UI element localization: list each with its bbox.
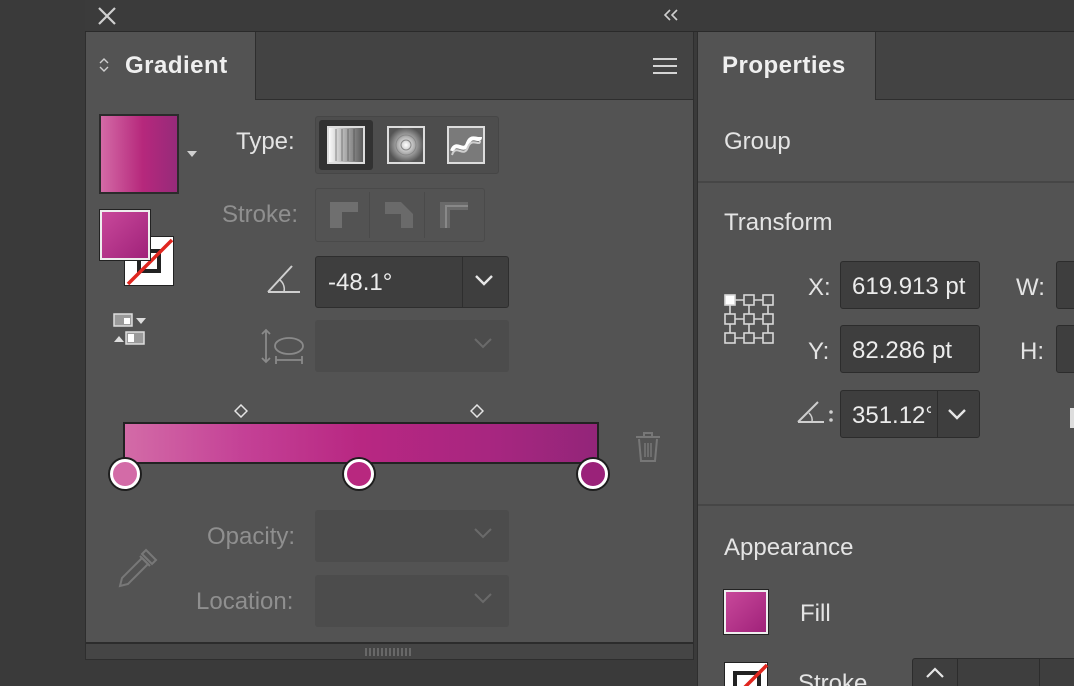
freeform-gradient-icon	[447, 126, 485, 164]
reference-point-icon[interactable]	[724, 294, 774, 344]
section-divider	[698, 504, 1074, 506]
color-stop[interactable]	[344, 459, 374, 489]
close-icon[interactable]	[97, 6, 117, 26]
reverse-gradient-icon[interactable]	[112, 312, 152, 348]
height-field[interactable]	[1056, 325, 1074, 373]
aspect-ratio-field	[315, 320, 509, 372]
rotate-field[interactable]: 351.12°	[840, 390, 980, 438]
none-slash-icon	[733, 663, 769, 686]
aspect-ratio-icon	[261, 328, 304, 364]
angle-value[interactable]: -48.1°	[328, 269, 392, 297]
angle-icon	[267, 265, 300, 293]
stroke-label: Stroke:	[222, 201, 299, 228]
stroke-within-button[interactable]	[318, 192, 370, 238]
gradient-panel: Gradient Type: Stroke: -48.1° Opacity: L…	[85, 32, 694, 660]
panel-resize-bar[interactable]	[86, 642, 693, 659]
x-label: X:	[808, 274, 831, 301]
freeform-gradient-button[interactable]	[439, 120, 493, 170]
h-label: H:	[1020, 338, 1044, 365]
gradient-type-group	[315, 116, 499, 174]
width-field[interactable]	[1056, 261, 1074, 309]
panel-dock-header	[85, 0, 1074, 32]
resize-grip-icon[interactable]	[364, 648, 412, 656]
stroke-within-icon	[330, 202, 358, 228]
stroke-across-button[interactable]	[428, 192, 480, 238]
stroke-along-icon	[385, 202, 413, 228]
field-divider	[1039, 659, 1040, 686]
fill-swatch[interactable]	[100, 210, 150, 260]
eyedropper-icon	[118, 548, 158, 588]
x-position-value[interactable]: 619.913 pt	[852, 273, 965, 301]
radial-gradient-icon	[387, 126, 425, 164]
chevron-down-icon[interactable]	[947, 407, 967, 421]
color-stop[interactable]	[110, 459, 140, 489]
midpoint-diamond-icon[interactable]	[470, 404, 484, 418]
fill-label: Fill	[800, 600, 831, 627]
radial-gradient-button[interactable]	[379, 120, 433, 170]
appearance-section-title: Appearance	[724, 534, 854, 561]
stroke-along-button[interactable]	[373, 192, 425, 238]
chevron-down-icon	[474, 528, 492, 539]
panel-menu-icon[interactable]	[652, 56, 678, 76]
gradient-slider[interactable]	[123, 422, 599, 464]
rotate-icon	[797, 401, 833, 423]
transform-section-title: Transform	[724, 209, 833, 236]
opacity-label: Opacity:	[207, 523, 296, 550]
panel-options-toggle-icon[interactable]	[98, 56, 110, 74]
y-label: Y:	[808, 338, 830, 365]
tab-gradient-label: Gradient	[125, 52, 228, 79]
linear-gradient-button[interactable]	[319, 120, 373, 170]
section-divider	[698, 181, 1074, 183]
stroke-color-swatch[interactable]	[724, 662, 769, 686]
y-position-value[interactable]: 82.286 pt	[852, 337, 952, 365]
stroke-gradient-options	[315, 188, 485, 242]
gradient-tab-bar: Gradient	[86, 32, 693, 100]
fill-color-swatch[interactable]	[724, 590, 768, 634]
midpoint-diamond-icon[interactable]	[234, 404, 248, 418]
properties-tab-bar: Properties	[698, 32, 1074, 100]
chevron-down-icon	[474, 593, 492, 604]
type-label: Type:	[236, 128, 295, 155]
location-label: Location:	[196, 588, 294, 615]
color-stop[interactable]	[578, 459, 608, 489]
x-position-field[interactable]: 619.913 pt	[840, 261, 980, 309]
chevron-down-icon	[474, 338, 492, 349]
rotate-value-clip: 351.12°	[841, 391, 931, 437]
field-divider	[462, 257, 463, 307]
field-divider	[937, 391, 938, 437]
angle-field[interactable]: -48.1°	[315, 256, 509, 308]
constrain-proportions-icon[interactable]	[1070, 408, 1074, 428]
stroke-across-icon	[440, 202, 468, 228]
tab-properties-label: Properties	[722, 52, 846, 79]
collapse-panels-icon[interactable]	[662, 6, 680, 24]
tab-properties[interactable]: Properties	[698, 32, 876, 100]
trash-icon[interactable]	[634, 431, 662, 463]
gradient-preview-swatch[interactable]	[99, 114, 179, 194]
y-position-field[interactable]: 82.286 pt	[840, 325, 980, 373]
stroke-label: Stroke	[798, 670, 868, 686]
field-divider	[957, 659, 958, 686]
chevron-down-icon[interactable]	[474, 273, 494, 287]
chevron-up-icon[interactable]	[925, 667, 945, 679]
w-label: W:	[1016, 274, 1045, 301]
selection-type-label: Group	[724, 128, 791, 155]
stroke-weight-stepper[interactable]	[912, 658, 1074, 686]
location-field	[315, 575, 509, 627]
rotate-value[interactable]: 351.12°	[852, 402, 931, 430]
linear-gradient-icon	[327, 126, 365, 164]
gradient-preset-dropdown-icon[interactable]	[187, 150, 197, 158]
properties-panel: Properties Group Transform X: 619.913 pt…	[697, 32, 1074, 686]
tab-gradient[interactable]: Gradient	[86, 32, 256, 100]
opacity-field	[315, 510, 509, 562]
